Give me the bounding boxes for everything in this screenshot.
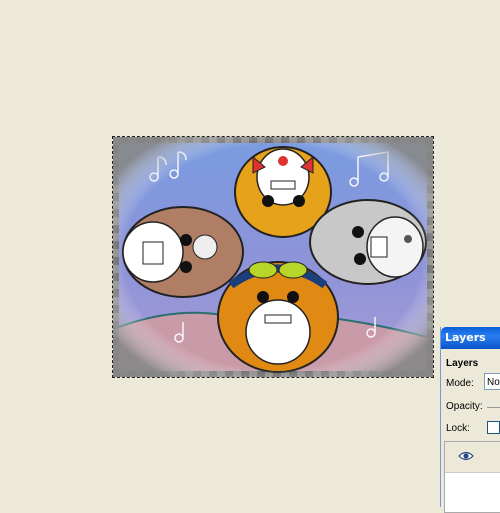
lock-label: Lock: bbox=[446, 423, 470, 434]
layer-list bbox=[444, 441, 500, 513]
lock-checkbox[interactable] bbox=[487, 421, 500, 434]
eye-icon[interactable] bbox=[458, 450, 474, 462]
blend-mode-select[interactable]: Normal bbox=[484, 373, 500, 390]
image-canvas[interactable] bbox=[112, 136, 434, 378]
layers-panel-titlebar[interactable]: Layers bbox=[441, 327, 500, 349]
mode-label: Mode: bbox=[446, 378, 474, 389]
hamster-artwork bbox=[113, 137, 433, 377]
layers-panel: Layers Layers Mode: Normal Opacity: Lock… bbox=[440, 327, 500, 513]
canvas-workspace[interactable]: Layers Layers Mode: Normal Opacity: Lock… bbox=[0, 0, 500, 513]
layer-row[interactable] bbox=[445, 442, 500, 473]
opacity-label: Opacity: bbox=[446, 401, 483, 412]
opacity-slider[interactable] bbox=[487, 407, 500, 408]
layers-heading: Layers bbox=[446, 358, 479, 369]
